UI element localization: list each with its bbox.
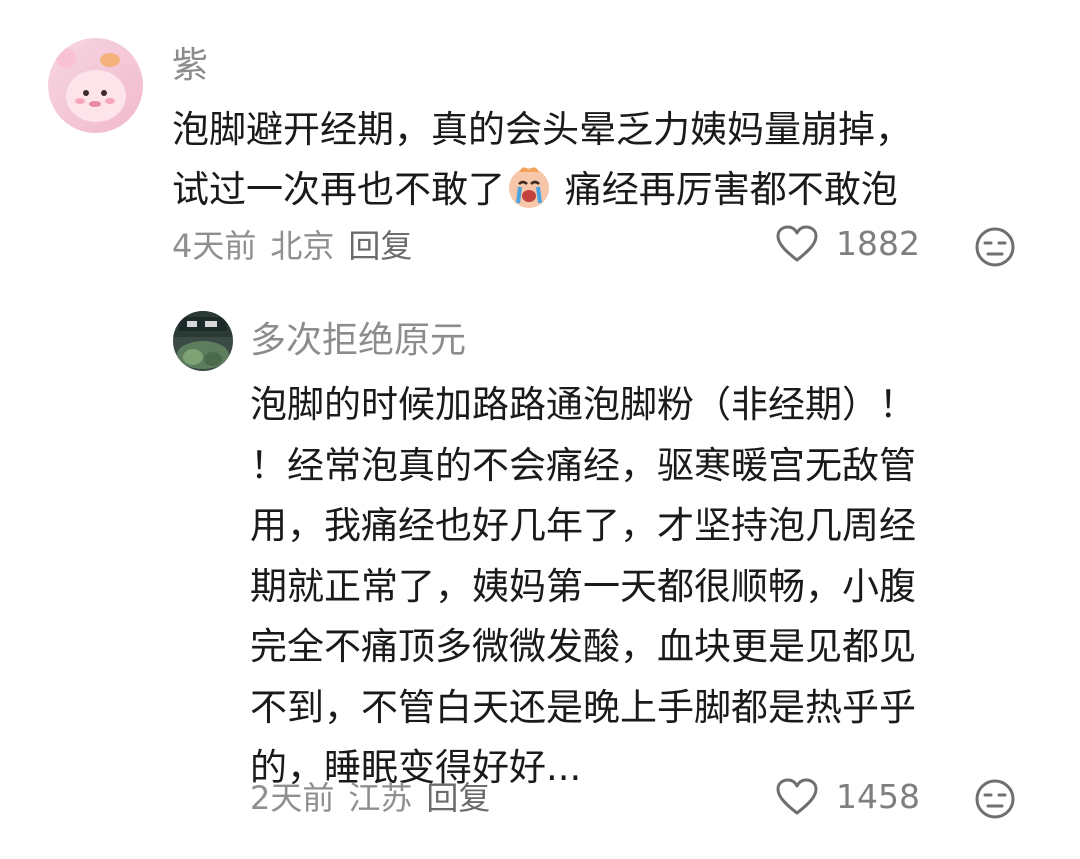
- comment-line: 完全不痛顶多微微发酸，血块更是见都见: [250, 625, 916, 668]
- username[interactable]: 多次拒绝原元: [250, 319, 466, 363]
- comment-line-part: 试过一次再也不敢了: [172, 168, 505, 211]
- dislike-button[interactable]: [974, 226, 1016, 272]
- comment-line: 泡脚的时候加路路通泡脚粉（非经期）！: [250, 383, 916, 426]
- comment-location: 江苏: [348, 779, 413, 817]
- like-button[interactable]: 1458: [776, 777, 920, 817]
- comment-line-part: 痛经再厉害都不敢泡: [553, 168, 898, 211]
- comment-location: 北京: [270, 227, 335, 265]
- dislike-button[interactable]: [974, 778, 1016, 824]
- like-count: 1882: [836, 224, 920, 263]
- comment-1: 紫 泡脚避开经期，真的会头晕乏力姨妈量崩掉， 试过一次再也不敢了 痛经再厉害都不…: [0, 0, 1080, 280]
- avatar[interactable]: [48, 38, 143, 133]
- comment-line: 试过一次再也不敢了 痛经再厉害都不敢泡: [172, 160, 1032, 220]
- avatar[interactable]: [173, 311, 233, 371]
- comment-line: 泡脚避开经期，真的会头晕乏力姨妈量崩掉，: [172, 108, 912, 151]
- neutral-face-icon: [975, 779, 1015, 819]
- comment-line: 不到，不管白天还是晚上手脚都是热乎乎: [250, 685, 916, 729]
- neutral-face-icon: [975, 227, 1015, 267]
- comment-time: 4天前: [172, 227, 257, 265]
- reply-button[interactable]: 回复: [348, 227, 412, 265]
- comment-line: 期就正常了，姨妈第一天都很顺畅，小腹: [250, 564, 916, 608]
- comment-time: 2天前: [250, 779, 335, 817]
- comment-text: 泡脚的时候加路路通泡脚粉（非经期）！ ！经常泡真的不会痛经，驱寒暖宫无敌管 用，…: [250, 375, 1050, 799]
- heart-outline-icon: [776, 225, 818, 262]
- crying-face-emoji-icon: [505, 162, 553, 210]
- heart-outline-icon: [776, 778, 818, 815]
- avatar-image: [173, 311, 233, 371]
- comment-2: 多次拒绝原元 泡脚的时候加路路通泡脚粉（非经期）！ ！经常泡真的不会痛经，驱寒暖…: [0, 290, 1080, 850]
- reply-button[interactable]: 回复: [426, 779, 490, 817]
- like-count: 1458: [836, 777, 920, 816]
- comment-text: 泡脚避开经期，真的会头晕乏力姨妈量崩掉， 试过一次再也不敢了 痛经再厉害都不敢泡: [172, 100, 1032, 220]
- comment-line: 用，我痛经也好几年了，才坚持泡几周经: [250, 504, 916, 547]
- comment-meta: 2天前 江苏 回复: [250, 778, 504, 818]
- username[interactable]: 紫: [172, 44, 208, 88]
- avatar-image: [48, 38, 143, 133]
- like-button[interactable]: 1882: [776, 224, 920, 264]
- comment-meta: 4天前 北京 回复: [172, 226, 426, 266]
- comment-line: ！经常泡真的不会痛经，驱寒暖宫无敌管: [250, 443, 916, 487]
